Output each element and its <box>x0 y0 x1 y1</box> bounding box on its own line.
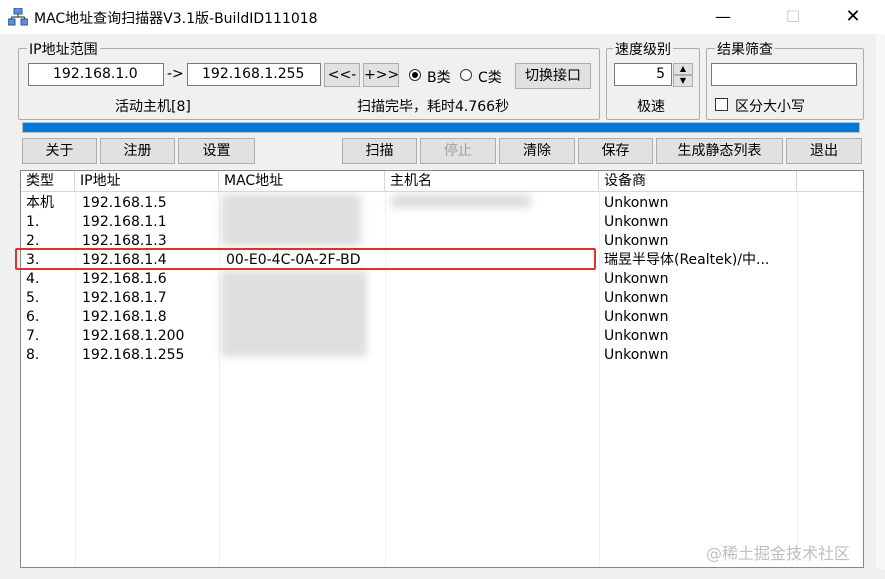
column-header-ip[interactable]: IP地址 <box>75 171 219 192</box>
table-row[interactable]: 6. 192.168.1.8 Unkonwn <box>21 308 863 327</box>
class-b-radio[interactable] <box>409 69 421 81</box>
cell-vendor: Unkonwn <box>604 233 669 249</box>
cell-type: 1. <box>26 214 40 230</box>
speed-up-button[interactable]: ▲ <box>673 63 693 75</box>
settings-button[interactable]: 设置 <box>178 138 255 164</box>
table-row[interactable]: 7. 192.168.1.200 Unkonwn <box>21 327 863 346</box>
column-header-vendor[interactable]: 设备商 <box>599 171 797 192</box>
speed-group: 速度级别 5 ▲ ▼ 极速 <box>606 39 700 120</box>
table-row[interactable]: 8. 192.168.1.255 Unkonwn <box>21 346 863 365</box>
cell-vendor: Unkonwn <box>604 347 669 363</box>
column-header-type[interactable]: 类型 <box>21 171 75 192</box>
clear-button[interactable]: 清除 <box>499 138 575 164</box>
cell-type: 6. <box>26 309 40 325</box>
case-sensitive-checkbox[interactable] <box>715 98 728 111</box>
redacted-mac-block <box>221 194 361 246</box>
redacted-mac-block <box>221 271 367 357</box>
save-button[interactable]: 保存 <box>578 138 653 164</box>
filter-label: 结果筛查 <box>715 39 775 59</box>
cell-vendor: Unkonwn <box>604 309 669 325</box>
column-header-mac[interactable]: MAC地址 <box>219 171 385 192</box>
column-header-hostname[interactable]: 主机名 <box>385 171 599 192</box>
column-header-empty <box>797 171 863 192</box>
table-row[interactable]: 5. 192.168.1.7 Unkonwn <box>21 289 863 308</box>
range-arrow: -> <box>167 66 184 82</box>
cell-vendor: Unkonwn <box>604 290 669 306</box>
window-bottom-edge <box>0 569 885 579</box>
start-ip-input[interactable]: 192.168.1.0 <box>28 63 164 86</box>
speed-label: 速度级别 <box>613 39 673 59</box>
highlight-box <box>15 248 596 270</box>
minimize-button[interactable]: — <box>700 0 746 34</box>
cell-ip: 192.168.1.5 <box>82 195 167 211</box>
window-title: MAC地址查询扫描器V3.1版-BuildID111018 <box>34 11 318 27</box>
table-row[interactable]: 4. 192.168.1.6 Unkonwn <box>21 270 863 289</box>
ip-range-group: IP地址范围 192.168.1.0 -> 192.168.1.255 <<- … <box>18 39 600 120</box>
speed-down-button[interactable]: ▼ <box>673 75 693 87</box>
cell-vendor: Unkonwn <box>604 271 669 287</box>
speed-level-label: 极速 <box>637 99 665 115</box>
cell-ip: 192.168.1.200 <box>82 328 185 344</box>
class-c-label: C类 <box>478 70 502 86</box>
stop-button[interactable]: 停止 <box>420 138 496 164</box>
active-hosts-label: 活动主机[8] <box>115 99 191 115</box>
cell-ip: 192.168.1.7 <box>82 290 167 306</box>
switch-interface-button[interactable]: 切换接口 <box>515 63 591 89</box>
scan-status-label: 扫描完毕，耗时4.766秒 <box>357 99 510 115</box>
redacted-hostname-block <box>391 194 531 208</box>
cell-ip: 192.168.1.8 <box>82 309 167 325</box>
app-window: MAC地址查询扫描器V3.1版-BuildID111018 — ☐ ✕ IP地址… <box>0 0 885 579</box>
about-button[interactable]: 关于 <box>22 138 97 164</box>
cell-type: 7. <box>26 328 40 344</box>
class-b-label: B类 <box>427 70 451 86</box>
register-button[interactable]: 注册 <box>100 138 175 164</box>
generate-static-list-button[interactable]: 生成静态列表 <box>656 138 783 164</box>
prev-range-button[interactable]: <<- <box>324 63 360 87</box>
network-icon <box>8 8 28 26</box>
watermark: @稀土掘金技术社区 <box>706 544 851 563</box>
exit-button[interactable]: 退出 <box>786 138 862 164</box>
cell-vendor: Unkonwn <box>604 195 669 211</box>
progress-fill <box>23 123 859 132</box>
cell-type: 4. <box>26 271 40 287</box>
cell-ip: 192.168.1.1 <box>82 214 167 230</box>
case-sensitive-label: 区分大小写 <box>735 99 805 115</box>
maximize-button[interactable]: ☐ <box>770 0 816 34</box>
speed-input[interactable]: 5 <box>614 63 672 86</box>
results-table[interactable]: 类型 IP地址 MAC地址 主机名 设备商 本机 192.168.1.5 Unkon… <box>20 170 864 568</box>
window-edge <box>876 34 885 579</box>
class-c-radio[interactable] <box>460 69 472 81</box>
next-range-button[interactable]: +>> <box>363 63 399 87</box>
filter-group: 结果筛查 区分大小写 <box>706 39 864 120</box>
cell-vendor: Unkonwn <box>604 214 669 230</box>
scan-progress-bar <box>22 122 860 133</box>
cell-vendor: Unkonwn <box>604 328 669 344</box>
title-bar[interactable]: MAC地址查询扫描器V3.1版-BuildID111018 — ☐ ✕ <box>0 0 885 34</box>
cell-ip: 192.168.1.255 <box>82 347 185 363</box>
close-button[interactable]: ✕ <box>830 0 876 34</box>
cell-type: 5. <box>26 290 40 306</box>
cell-type: 本机 <box>26 195 54 211</box>
cell-type: 8. <box>26 347 40 363</box>
table-row[interactable]: 1. 192.168.1.1 Unkonwn <box>21 213 863 232</box>
cell-ip: 192.168.1.6 <box>82 271 167 287</box>
filter-input[interactable] <box>711 63 857 86</box>
end-ip-input[interactable]: 192.168.1.255 <box>187 63 321 86</box>
scan-button[interactable]: 扫描 <box>342 138 417 164</box>
ip-range-label: IP地址范围 <box>27 39 100 59</box>
cell-vendor: 瑞昱半导体(Realtek)/中... <box>604 252 770 268</box>
